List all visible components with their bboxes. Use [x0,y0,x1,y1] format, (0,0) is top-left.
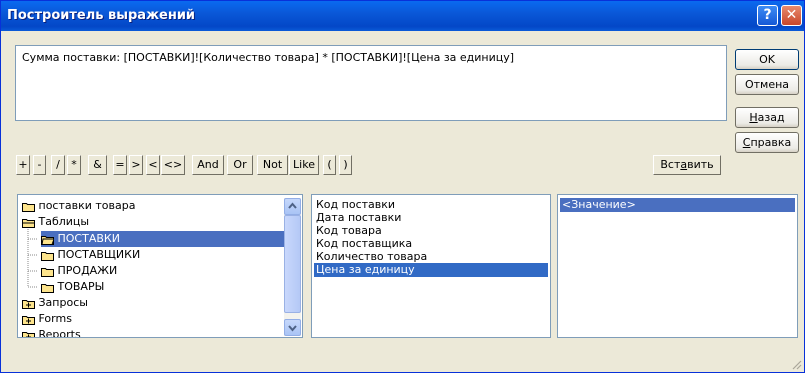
operator-or-button[interactable]: Or [227,155,253,175]
field-list-item[interactable]: Количество товара [316,250,427,264]
operator-open-paren-button[interactable]: ( [323,155,336,175]
plus-folder-icon [22,314,35,325]
tree-item-postavshchiki[interactable]: ПОСТАВЩИКИ [41,247,140,263]
open-folder-icon [41,234,55,245]
operator-not-button[interactable]: Not [257,155,288,175]
back-button[interactable]: Назад [735,107,799,128]
operator-divide-button[interactable]: / [51,155,65,175]
close-icon[interactable]: ✕ [781,5,802,26]
tree-item-label: Reports [38,328,81,338]
back-label-post: азад [757,111,785,124]
insert-label-post: вить [687,158,714,171]
field-list-item[interactable]: Код поставки [316,198,395,212]
tree-item-label: ПОСТАВЩИКИ [57,248,141,261]
tree-item-label: ПРОДАЖИ [57,264,118,277]
object-tree-pane[interactable]: поставки товара Таблицы ПОСТАВКИ ПОСТАВЩ… [17,194,303,338]
open-folder-icon [22,217,35,228]
scroll-thumb[interactable] [284,215,301,313]
plus-folder-icon [22,298,35,309]
field-list-item[interactable]: Код товара [316,224,382,238]
operator-plus-button[interactable]: + [16,155,30,175]
value-list-pane[interactable]: <Значение> [557,194,798,338]
tree-item-database[interactable]: поставки товара [22,198,135,214]
resize-grip-icon[interactable] [790,358,802,370]
tree-item-reports[interactable]: Reports [22,327,81,338]
operator-close-paren-button[interactable]: ) [339,155,352,175]
folder-icon [41,250,54,261]
tree-item-label: ПОСТАВКИ [57,232,120,245]
tree-item-postavki[interactable]: ПОСТАВКИ [41,231,285,247]
value-list-item[interactable]: <Значение> [560,198,795,212]
tree-item-label: Таблицы [38,215,90,228]
expression-text: Сумма поставки: [ПОСТАВКИ]![Количество т… [22,51,515,64]
tree-item-tovary[interactable]: ТОВАРЫ [41,279,104,295]
operator-and-button[interactable]: And [192,155,224,175]
ok-button[interactable]: OK [735,49,799,70]
operator-minus-button[interactable]: - [33,155,46,175]
operator-not-equal-button[interactable]: <> [161,155,185,175]
field-list-item-selected[interactable]: Цена за единицу [314,263,548,277]
help-question-icon[interactable]: ? [757,5,778,26]
tree-item-label: поставки товара [38,199,136,212]
operator-greater-button[interactable]: > [129,155,143,175]
scroll-down-arrow-icon[interactable] [284,319,301,336]
insert-button[interactable]: Вставить [653,155,721,175]
operator-equals-button[interactable]: = [113,155,127,175]
back-label-hotkey: Н [749,111,758,124]
operator-multiply-button[interactable]: * [67,155,81,175]
tree-scrollbar[interactable] [284,198,301,336]
scroll-up-arrow-icon[interactable] [284,198,301,215]
field-list-pane[interactable]: Код поставки Дата поставки Код товара Ко… [311,194,551,338]
folder-icon [41,282,54,293]
insert-label-pre: Вст [660,158,681,171]
help-label-post: правка [750,136,792,149]
tree-item-queries[interactable]: Запросы [22,295,88,311]
window-title: Построитель выражений [7,8,196,23]
folder-icon [22,201,35,212]
tree-item-prodazhi[interactable]: ПРОДАЖИ [41,263,117,279]
operator-less-button[interactable]: < [146,155,160,175]
field-list-item[interactable]: Код поставщика [316,237,412,251]
folder-icon [41,266,54,277]
expression-builder-dialog: Построитель выражений ? ✕ Сумма поставки… [0,0,805,373]
tree-item-label: ТОВАРЫ [57,280,105,293]
field-list-item[interactable]: Дата поставки [316,211,401,225]
cancel-button[interactable]: Отмена [735,74,799,95]
tree-item-label: Запросы [38,296,88,309]
tree-item-label: Forms [38,312,72,325]
operator-like-button[interactable]: Like [289,155,319,175]
tree-item-tables[interactable]: Таблицы [22,214,89,230]
help-button[interactable]: Справка [735,132,799,153]
title-bar[interactable]: Построитель выражений ? ✕ [1,1,804,31]
plus-folder-icon [22,330,35,337]
tree-item-forms[interactable]: Forms [22,311,72,327]
expression-input[interactable]: Сумма поставки: [ПОСТАВКИ]![Количество т… [15,45,727,121]
operator-concat-button[interactable]: & [88,155,107,175]
